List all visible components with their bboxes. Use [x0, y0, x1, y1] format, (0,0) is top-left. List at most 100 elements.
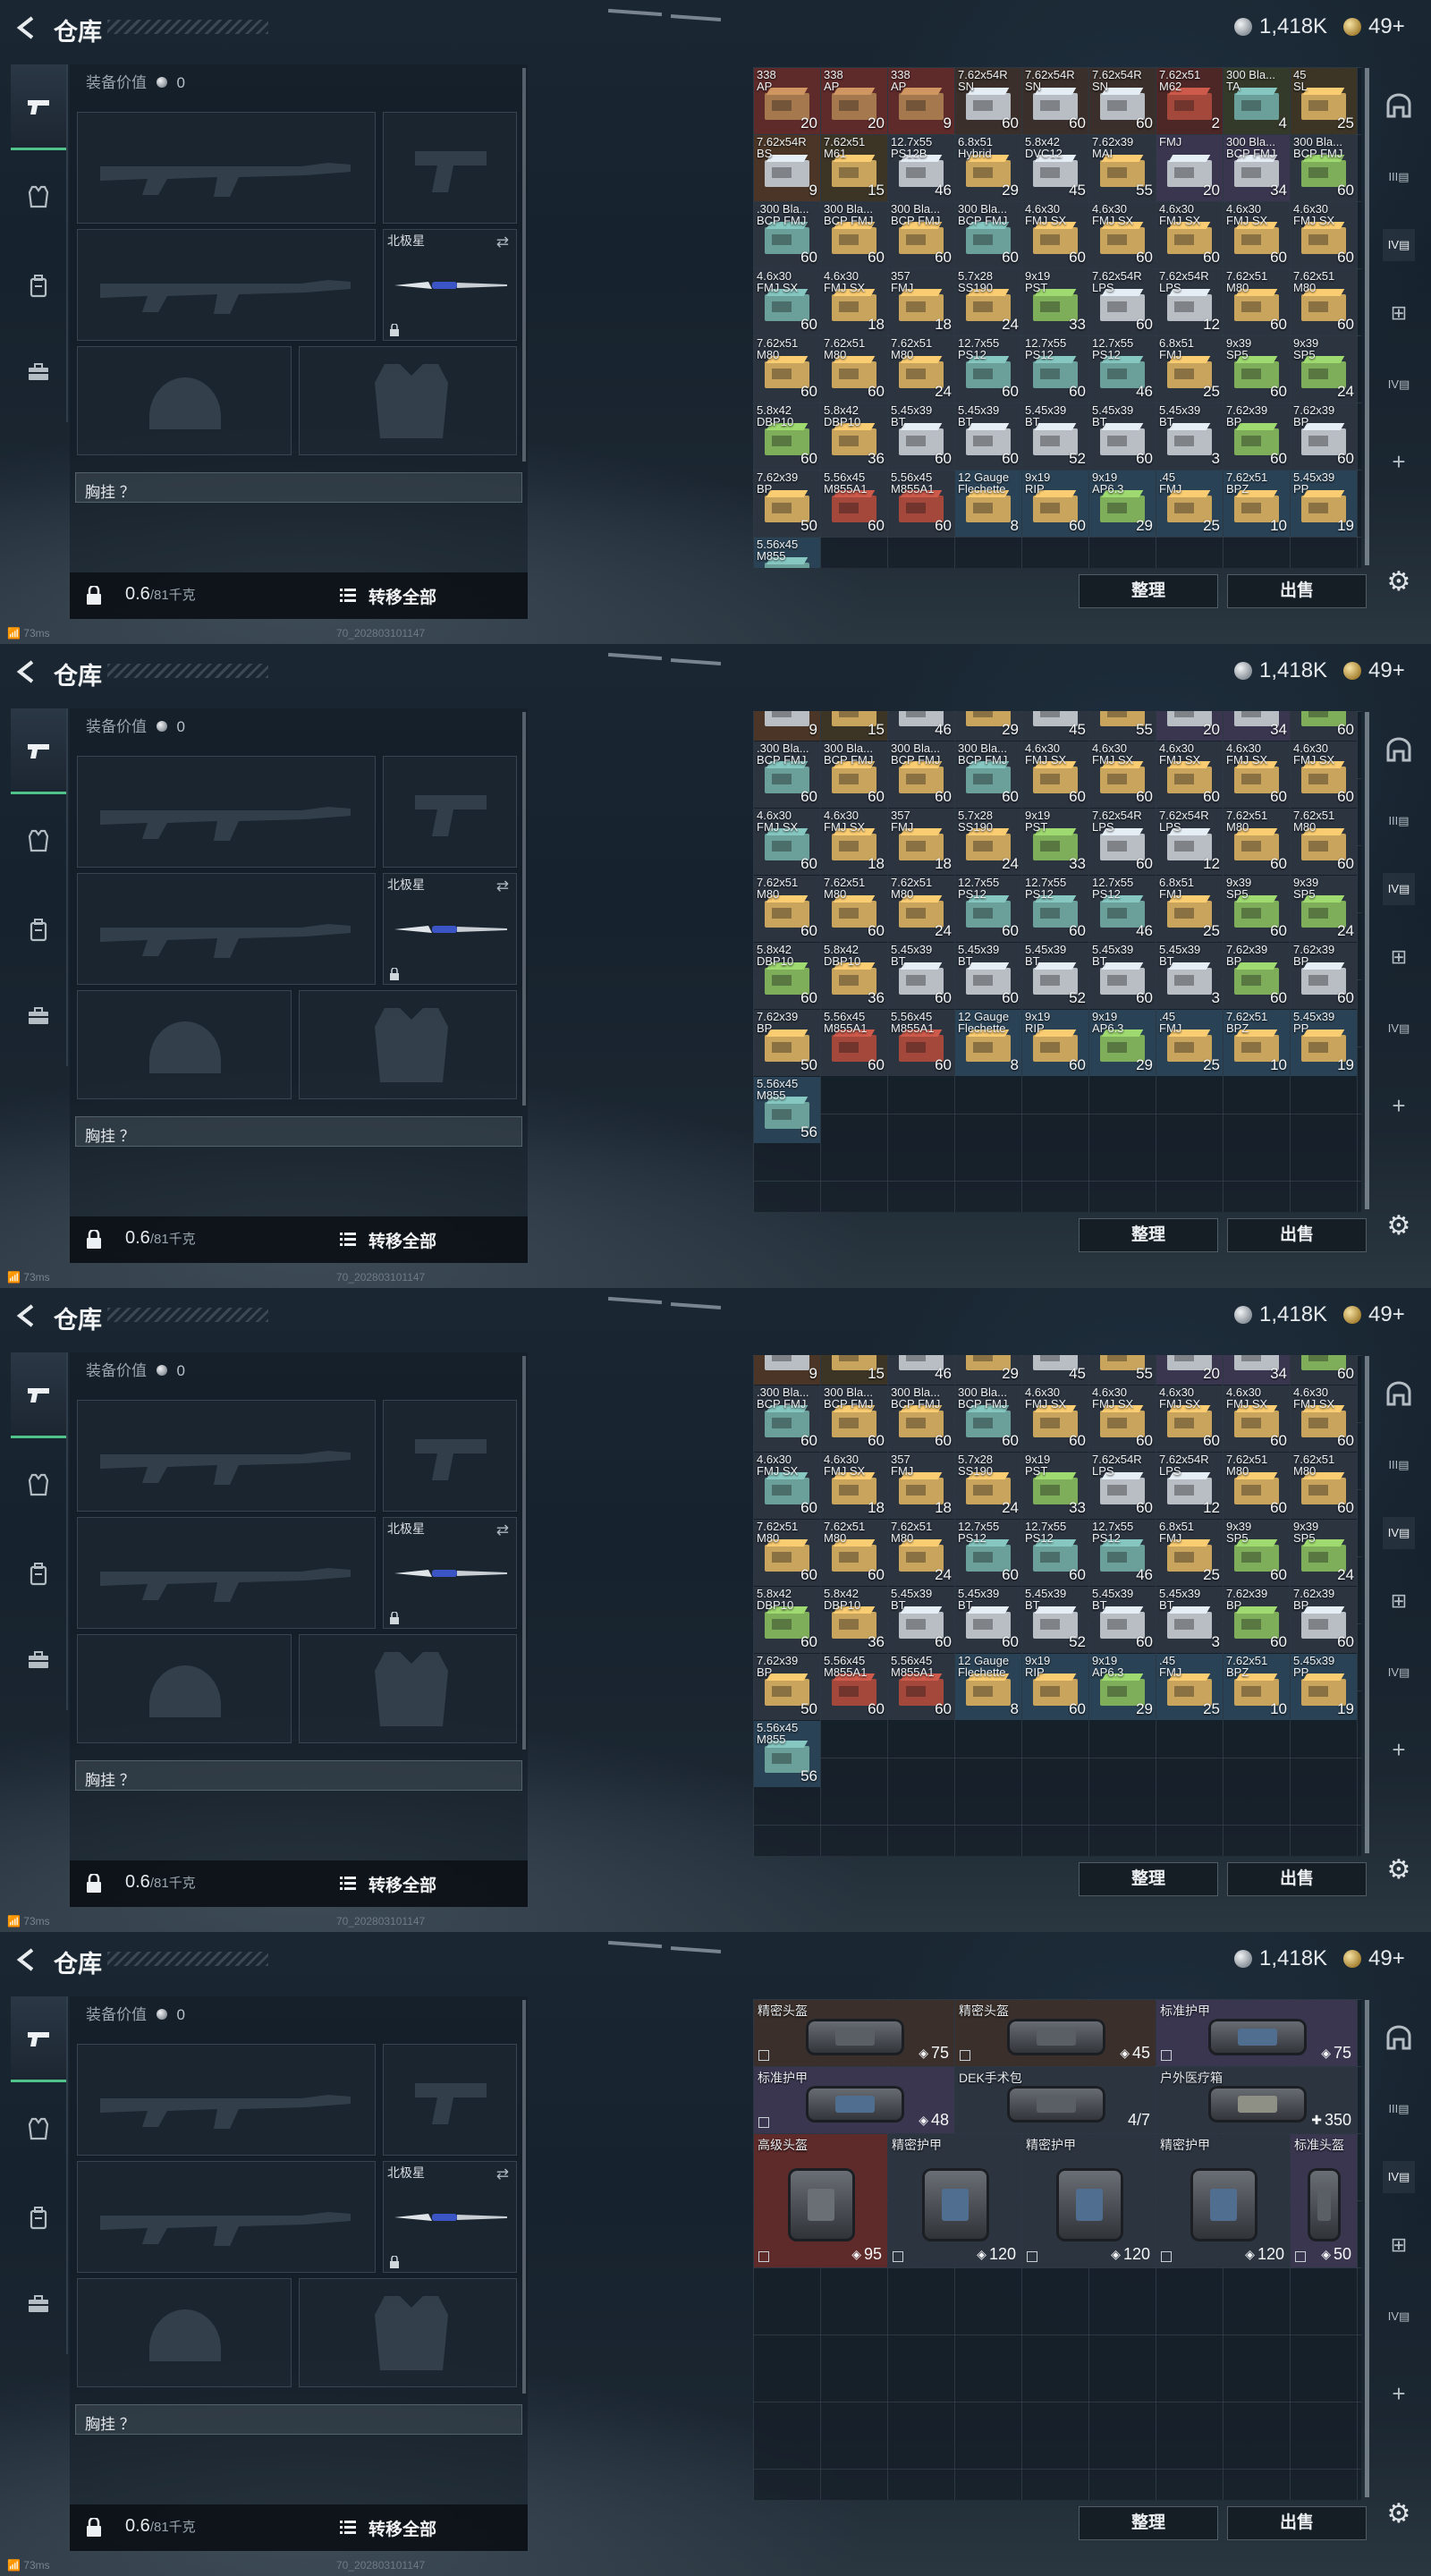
- ammo-item[interactable]: 12.7x55 PS12 60: [955, 876, 1021, 942]
- ammo-item[interactable]: 9x39 SP5 24: [1291, 1520, 1357, 1586]
- nav-armor[interactable]: [11, 2086, 66, 2172]
- ammo-item[interactable]: 7.62x51 M80 60: [821, 1520, 887, 1586]
- nav-armor[interactable]: [11, 1442, 66, 1528]
- ammo-item[interactable]: 7.62x51M6115: [821, 135, 887, 201]
- sell-button[interactable]: 出售: [1227, 574, 1367, 608]
- nav-armor[interactable]: [11, 154, 66, 240]
- gear-item[interactable]: 高级头盔 ◈ 95: [754, 2134, 887, 2267]
- nav-backpack[interactable]: [11, 2175, 66, 2261]
- ammo-item[interactable]: 4.6x30 FMJ SX 18: [821, 1453, 887, 1519]
- ammo-item[interactable]: 12.7x55 PS12 46: [1089, 1520, 1156, 1586]
- equipment-scrollbar[interactable]: [522, 712, 526, 1106]
- ammo-item[interactable]: 7.62x54R LPS 12: [1156, 269, 1223, 335]
- helmet-slot[interactable]: [77, 1634, 292, 1743]
- chest-rig-header[interactable]: 胸挂 ？: [75, 472, 522, 503]
- nav-weapons[interactable]: [11, 708, 66, 794]
- warehouse-grid[interactable]: 精密头盔 ◈ 75 精密头盔 ◈ 45 标准护甲 ◈ 75 标准护甲 ◈ 48 DEK手术包 4/7 户外医…: [753, 1999, 1361, 2500]
- ammo-item[interactable]: 6.8x51 FMJ 25: [1156, 876, 1223, 942]
- sort-button[interactable]: 整理: [1079, 2506, 1218, 2540]
- sell-button[interactable]: 出售: [1227, 2506, 1367, 2540]
- ammo-item[interactable]: 9x19 AP6.3 29: [1089, 1654, 1156, 1720]
- ammo-item[interactable]: 338 AP 9: [888, 68, 954, 134]
- tab-warehouse-4[interactable]: IV▤: [1383, 229, 1415, 261]
- ammo-item[interactable]: 4.6x30 FMJ SX 60: [1291, 741, 1357, 808]
- primary-weapon-slot[interactable]: [77, 2044, 376, 2156]
- ammo-item[interactable]: .45 FMJ 25: [1156, 1654, 1223, 1720]
- ammo-item[interactable]: 7.62x51 M80 60: [1224, 1453, 1290, 1519]
- ammo-item[interactable]: 300 Bla...BCP FMJ60: [821, 1385, 887, 1452]
- ammo-item[interactable]: 5.8x42 DBP10 36: [821, 1587, 887, 1653]
- ammo-item[interactable]: 12.7x55 PS12 46: [1089, 336, 1156, 402]
- ammo-item[interactable]: 7.62x51 M80 60: [1291, 809, 1357, 875]
- ammo-item[interactable]: 5.45x39 BT 52: [1022, 403, 1088, 470]
- ammo-item[interactable]: 9x19 RIP 60: [1022, 470, 1088, 537]
- ammo-item[interactable]: 4.6x30 FMJ SX 60: [1156, 741, 1223, 808]
- ammo-item[interactable]: 7.62x51M6115: [821, 1355, 887, 1385]
- back-arrow-icon[interactable]: [14, 659, 38, 684]
- warehouse-grid[interactable]: 7.62x54RBS97.62x51M611512.7x55PS12B466.8…: [753, 711, 1361, 1212]
- sort-button[interactable]: 整理: [1079, 1862, 1218, 1896]
- ammo-item[interactable]: FMJ20: [1156, 711, 1223, 741]
- ammo-item[interactable]: 300 Bla...BCP FMJ60: [1291, 711, 1357, 741]
- ammo-item[interactable]: 7.62x51 M80 24: [888, 876, 954, 942]
- ammo-item[interactable]: 4.6x30 FMJ SX 60: [1022, 1385, 1088, 1452]
- transfer-all-button[interactable]: 转移全部: [368, 584, 436, 608]
- ammo-item[interactable]: 357 FMJ 18: [888, 809, 954, 875]
- ammo-item[interactable]: 7.62x54R LPS 12: [1156, 809, 1223, 875]
- ammo-item[interactable]: .45 FMJ 25: [1156, 1010, 1223, 1076]
- ammo-item[interactable]: 6.8x51Hybrid29: [955, 711, 1021, 741]
- tab-warehouse-main[interactable]: [1383, 89, 1415, 122]
- ammo-item[interactable]: 4.6x30 FMJ SX 60: [1224, 1385, 1290, 1452]
- transfer-all-button[interactable]: 转移全部: [368, 1228, 436, 1252]
- ammo-item[interactable]: 5.8x42 DBP10 36: [821, 943, 887, 1009]
- settings-button[interactable]: ⚙: [1383, 2497, 1415, 2529]
- ammo-item[interactable]: 300 Bla... TA 4: [1224, 68, 1290, 134]
- nav-container[interactable]: [11, 1617, 66, 1703]
- transfer-all-button[interactable]: 转移全部: [368, 1872, 436, 1896]
- ammo-item[interactable]: 300 Bla...BCP FMJ60: [1291, 1355, 1357, 1385]
- swap-icon[interactable]: ⇄: [496, 877, 509, 895]
- tab-warehouse-add-1[interactable]: ⊞: [1383, 1585, 1415, 1617]
- tab-warehouse-4[interactable]: IV▤: [1383, 2161, 1415, 2193]
- gold-currency[interactable]: 49+: [1343, 1302, 1405, 1327]
- list-icon[interactable]: [340, 2520, 356, 2534]
- warehouse-scrollbar[interactable]: [1365, 68, 1369, 565]
- ammo-item[interactable]: 7.62x54R SN 60: [1089, 68, 1156, 134]
- ammo-item[interactable]: 5.56x45 M855A1 60: [888, 1654, 954, 1720]
- tab-warehouse-main[interactable]: [1383, 733, 1415, 766]
- secondary-weapon-slot[interactable]: [77, 229, 376, 341]
- ammo-item[interactable]: 300 Bla...BCP FMJ60: [955, 202, 1021, 268]
- ammo-item[interactable]: 5.45x39 BT 60: [1089, 403, 1156, 470]
- gear-item[interactable]: 精密护甲 ◈ 120: [1156, 2134, 1290, 2267]
- primary-weapon-slot[interactable]: [77, 756, 376, 868]
- melee-slot[interactable]: 北极星 ⇄: [383, 2161, 517, 2273]
- ammo-item[interactable]: 12.7x55 PS12 60: [1022, 336, 1088, 402]
- ammo-item[interactable]: .300 Bla... BCP FMJ 60: [754, 202, 820, 268]
- ammo-item[interactable]: 9x19 PST 33: [1022, 1453, 1088, 1519]
- ammo-item[interactable]: 5.7x28 SS190 24: [955, 1453, 1021, 1519]
- ammo-item[interactable]: 4.6x30 FMJ SX 18: [821, 269, 887, 335]
- secondary-weapon-slot[interactable]: [77, 873, 376, 985]
- ammo-item[interactable]: 7.62x54R SN 60: [1022, 68, 1088, 134]
- ammo-item[interactable]: 5.56x45 M855A1 60: [888, 1010, 954, 1076]
- warehouse-grid[interactable]: 338 AP 20 338 AP 20 338 AP 9 7.62x54R SN 60 7.62x54R…: [753, 67, 1361, 568]
- equipment-scrollbar[interactable]: [522, 2000, 526, 2394]
- ammo-item[interactable]: 9x39 SP5 60: [1224, 876, 1290, 942]
- ammo-item[interactable]: 4.6x30 FMJ SX 60: [1022, 741, 1088, 808]
- ammo-item[interactable]: 7.62x39 BP 60: [1224, 403, 1290, 470]
- ammo-item[interactable]: 12 Gauge Flechette 8: [955, 470, 1021, 537]
- gold-currency[interactable]: 49+: [1343, 658, 1405, 683]
- body-armor-slot[interactable]: [299, 990, 517, 1099]
- nav-weapons[interactable]: [11, 1996, 66, 2082]
- ammo-item[interactable]: 12.7x55PS12B46: [888, 1355, 954, 1385]
- ammo-item[interactable]: 5.45x39 BT 3: [1156, 943, 1223, 1009]
- ammo-item[interactable]: 6.8x51Hybrid29: [955, 135, 1021, 201]
- tab-warehouse-4[interactable]: IV▤: [1383, 1517, 1415, 1549]
- ammo-item[interactable]: 12.7x55 PS12 60: [1022, 1520, 1088, 1586]
- ammo-item[interactable]: 9x39 SP5 60: [1224, 336, 1290, 402]
- ammo-item[interactable]: 7.62x51 M80 24: [888, 336, 954, 402]
- tab-warehouse-3[interactable]: III▤: [1383, 161, 1415, 193]
- ammo-item[interactable]: 5.56x45M85556: [754, 538, 820, 568]
- ammo-item[interactable]: 12.7x55 PS12 60: [955, 336, 1021, 402]
- nav-backpack[interactable]: [11, 887, 66, 973]
